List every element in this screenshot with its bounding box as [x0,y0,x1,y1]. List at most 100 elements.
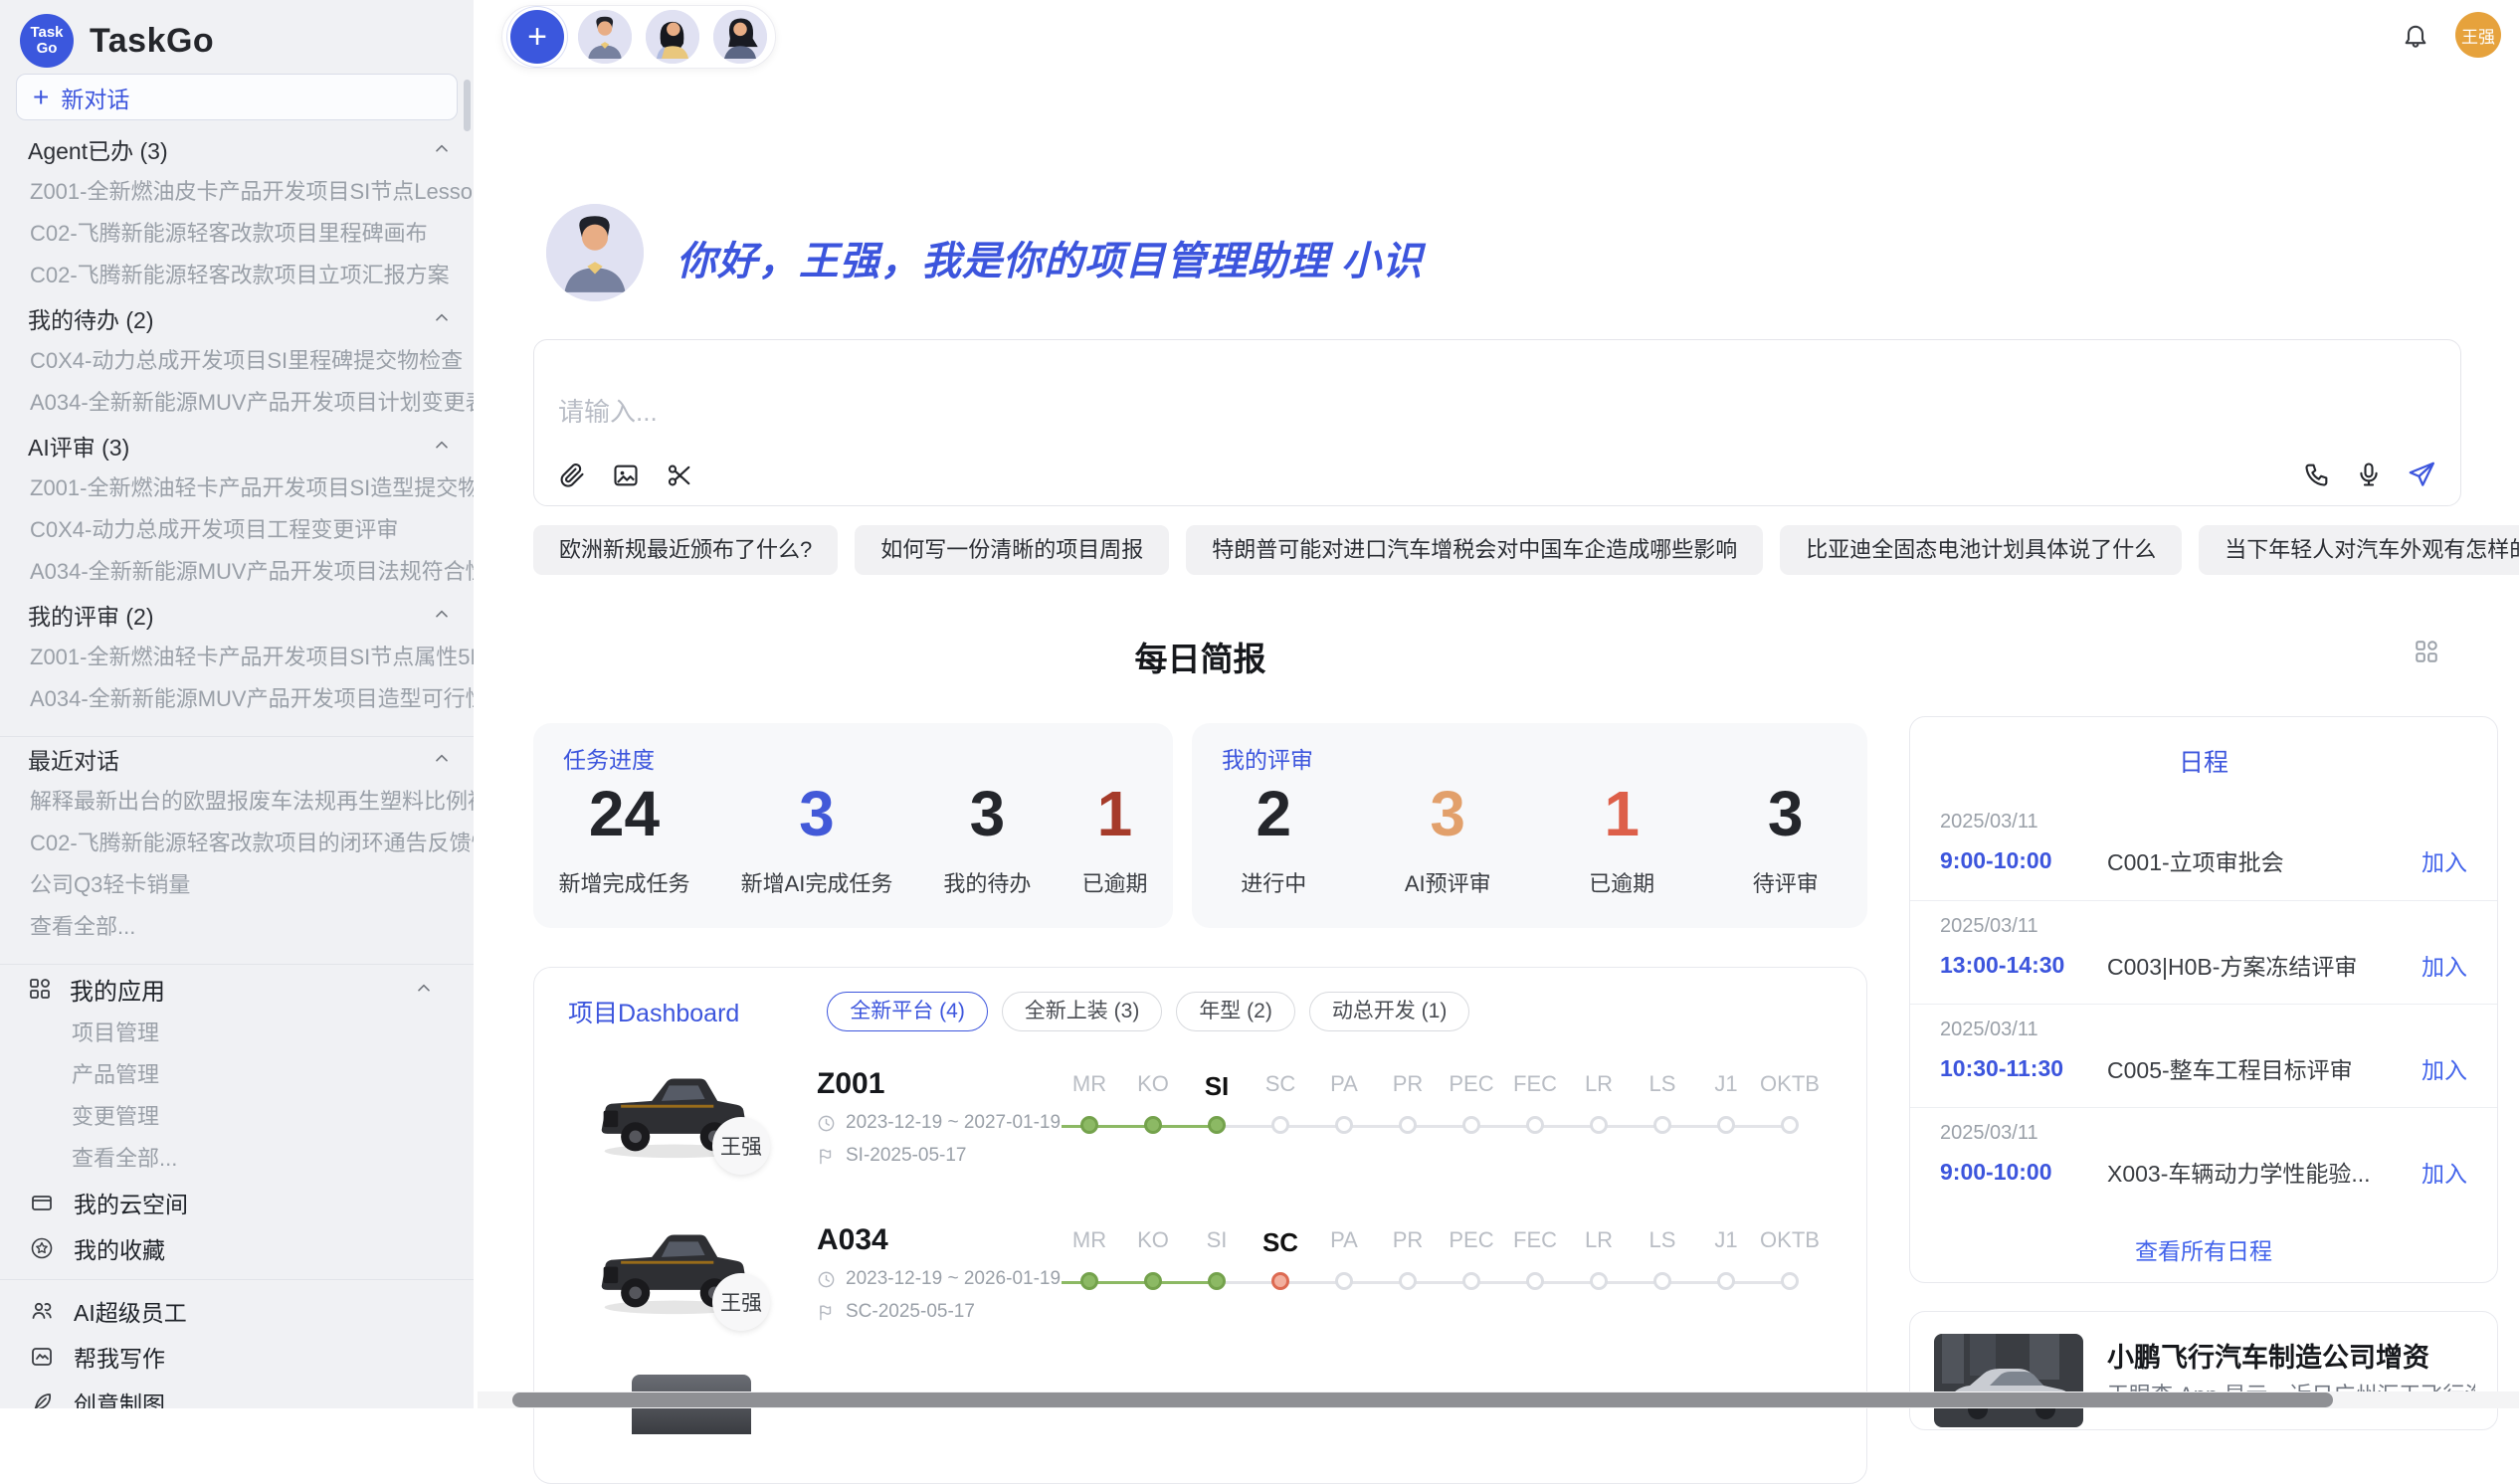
suggestion-chip[interactable]: 如何写一份清晰的项目周报 [855,525,1169,575]
sidebar-item-cloud-space[interactable]: 我的云空间 [0,1180,474,1225]
sidebar-item-my-apps[interactable]: 我的应用 [0,965,474,1013]
milestone-track: MR KO SI SC PA PR PEC FEC LR LS J1 OKTB [1058,1227,1843,1294]
milestone-track: MR KO SI SC PA PR PEC FEC LR LS J1 OKTB [1058,1071,1843,1138]
daily-briefing-title: 每日简报 [1135,633,1266,680]
sidebar-task-item[interactable]: Z001-全新燃油轻卡产品开发项目SI节点属性5D文件评审 [0,637,474,678]
clock-icon [817,1114,836,1133]
project-code: A034 [817,1223,1061,1257]
flag-icon [817,1303,836,1322]
notification-bell-icon[interactable] [2402,21,2429,49]
metric: 1 已逾期 [1589,779,1654,898]
join-link[interactable]: 加入 [2422,948,2467,982]
new-chat-label: 新对话 [61,81,129,114]
layout-grid-icon[interactable] [2414,639,2439,664]
suggestion-chip[interactable]: 当下年轻人对汽车外观有怎样的喜好趋势 [2199,525,2519,575]
clock-icon [817,1270,836,1289]
sidebar-task-item[interactable]: C0X4-动力总成开发项目工程变更评审 [0,509,474,551]
sidebar-task-item[interactable]: A034-全新新能源MUV产品开发项目计划变更表编写 [0,382,474,424]
sidebar-task-item[interactable]: Z001-全新燃油皮卡产品开发项目SI节点Lesson Learn报告 [0,171,474,213]
my-review-card: 我的评审 2 进行中 3 AI预评审 1 已逾期 3 待评审 [1192,723,1867,928]
recent-chat-item[interactable]: C02-飞腾新能源轻客改款项目的闭环通告反馈情况 [0,823,474,864]
logo-text-top: Task [30,25,63,41]
sidebar-item-ai-super-staff[interactable]: AI超级员工 [0,1288,474,1334]
microphone-icon[interactable] [2355,461,2383,488]
section-header-recent-chats[interactable]: 最近对话 [0,737,474,781]
dashboard-tabs: 全新平台 (4) 全新上装 (3) 年型 (2) 动总开发 (1) [827,992,1469,1031]
quill-icon [30,1391,54,1408]
star-icon [30,1236,54,1260]
section-header-my-review[interactable]: 我的评审 (2) [0,593,474,637]
divider [0,1279,474,1280]
user-avatar[interactable]: 王强 [2455,12,2501,58]
view-all-schedule-link[interactable]: 查看所有日程 [1910,1232,2497,1266]
screenshot-scissors-icon[interactable] [666,462,693,489]
chevron-up-icon [432,749,452,769]
project-row-a034[interactable]: 王强 A034 2023-12-19 ~ 2026-01-19 SC-2025-… [534,1209,1866,1359]
project-dates: 2023-12-19 ~ 2026-01-19 [846,1268,1061,1290]
sidebar-task-item[interactable]: A034-全新新能源MUV产品开发项目法规符合性评审 [0,551,474,593]
schedule-item: 2025/03/11 10:30-11:30 C005-整车工程目标评审 加入 [1910,1004,2497,1107]
suggestion-chip[interactable]: 比亚迪全固态电池计划具体说了什么 [1780,525,2182,575]
schedule-card: 日程 2025/03/11 9:00-10:00 C001-立项审批会 加入 2… [1909,716,2498,1283]
section-header-my-todo[interactable]: 我的待办 (2) [0,296,474,340]
sidebar-item-creative-drawing[interactable]: 创意制图 [0,1380,474,1408]
current-milestone-label: SC [1249,1227,1312,1258]
section-header-ai-review[interactable]: AI评审 (3) [0,424,474,467]
sidebar-scrollbar[interactable] [464,80,471,131]
horizontal-scrollbar-thumb[interactable] [512,1392,2333,1407]
add-agent-button[interactable]: + [510,10,564,64]
sidebar-item-favorites[interactable]: 我的收藏 [0,1225,474,1271]
sidebar-task-item[interactable]: C0X4-动力总成开发项目SI里程碑提交物检查 [0,340,474,382]
schedule-item: 2025/03/11 9:00-10:00 C001-立项审批会 加入 [1910,797,2497,900]
metric: 3 我的待办 [943,779,1031,898]
send-icon[interactable] [2407,460,2436,489]
join-link[interactable]: 加入 [2422,1051,2467,1085]
tab-new-body[interactable]: 全新上装 (3) [1002,992,1163,1031]
image-upload-icon[interactable] [612,462,640,489]
tab-new-platform[interactable]: 全新平台 (4) [827,992,988,1031]
agent-avatar[interactable] [646,10,699,64]
tab-powertrain-dev[interactable]: 动总开发 (1) [1309,992,1470,1031]
suggestion-chip[interactable]: 特朗普可能对进口汽车增税会对中国车企造成哪些影响 [1186,525,1763,575]
sidebar-item-help-me-write[interactable]: 帮我写作 [0,1334,474,1380]
phone-call-icon[interactable] [2303,461,2331,488]
image-pen-icon [30,1345,54,1369]
schedule-item: 2025/03/11 9:00-10:00 X003-车辆动力学性能验... 加… [1910,1107,2497,1210]
chat-input-box [533,339,2461,506]
card-title: 任务进度 [563,741,655,775]
section-header-agent-done[interactable]: Agent已办 (3) [0,127,474,171]
sidebar-collapse-icon[interactable] [424,22,454,50]
metric: 24 新增完成任务 [559,779,690,898]
project-next-milestone: SC-2025-05-17 [846,1301,975,1323]
project-row-z001[interactable]: 王强 Z001 2023-12-19 ~ 2027-01-19 SI-2025-… [534,1053,1866,1203]
recent-chat-item[interactable]: 解释最新出台的欧盟报废车法规再生塑料比例被调至15%... [0,781,474,823]
metric: 3 待评审 [1753,779,1819,898]
app-item-project-mgmt[interactable]: 项目管理 [0,1013,474,1054]
sidebar-task-item[interactable]: C02-飞腾新能源轻客改款项目立项汇报方案 [0,255,474,296]
join-link[interactable]: 加入 [2422,843,2467,877]
new-chat-button[interactable]: + 新对话 [16,74,458,120]
suggestion-chip[interactable]: 欧洲新规最近颁布了什么? [533,525,838,575]
join-link[interactable]: 加入 [2422,1155,2467,1189]
dashboard-title: 项目Dashboard [568,994,739,1029]
sidebar-task-item[interactable]: C02-飞腾新能源轻客改款项目里程碑画布 [0,213,474,255]
news-title: 小鹏飞行汽车制造公司增资 [2107,1336,2429,1375]
app-item-product-mgmt[interactable]: 产品管理 [0,1054,474,1096]
agent-avatar[interactable] [713,10,767,64]
chevron-up-icon [414,979,434,999]
recent-chat-item[interactable]: 公司Q3轻卡销量 [0,864,474,906]
sidebar-task-item[interactable]: Z001-全新燃油轻卡产品开发项目SI造型提交物评审 [0,467,474,509]
recent-chat-view-all[interactable]: 查看全部... [0,906,474,948]
project-owner-badge: 王强 [712,1117,770,1175]
attachment-icon[interactable] [558,462,586,489]
sidebar-task-item[interactable]: A034-全新新能源MUV产品开发项目造型可行性评审 [0,678,474,720]
app-item-change-mgmt[interactable]: 变更管理 [0,1096,474,1138]
agent-avatar[interactable] [578,10,632,64]
people-icon [30,1299,54,1323]
app-view-all[interactable]: 查看全部... [0,1138,474,1180]
chat-input[interactable] [558,392,2150,452]
tab-year-model[interactable]: 年型 (2) [1176,992,1295,1031]
chevron-up-icon [432,605,452,625]
news-card[interactable]: 小鹏飞行汽车制造公司增资 天眼查 App 显示，近日广州汇天飞行汽... [1909,1311,2498,1430]
cloud-box-icon [30,1191,54,1214]
